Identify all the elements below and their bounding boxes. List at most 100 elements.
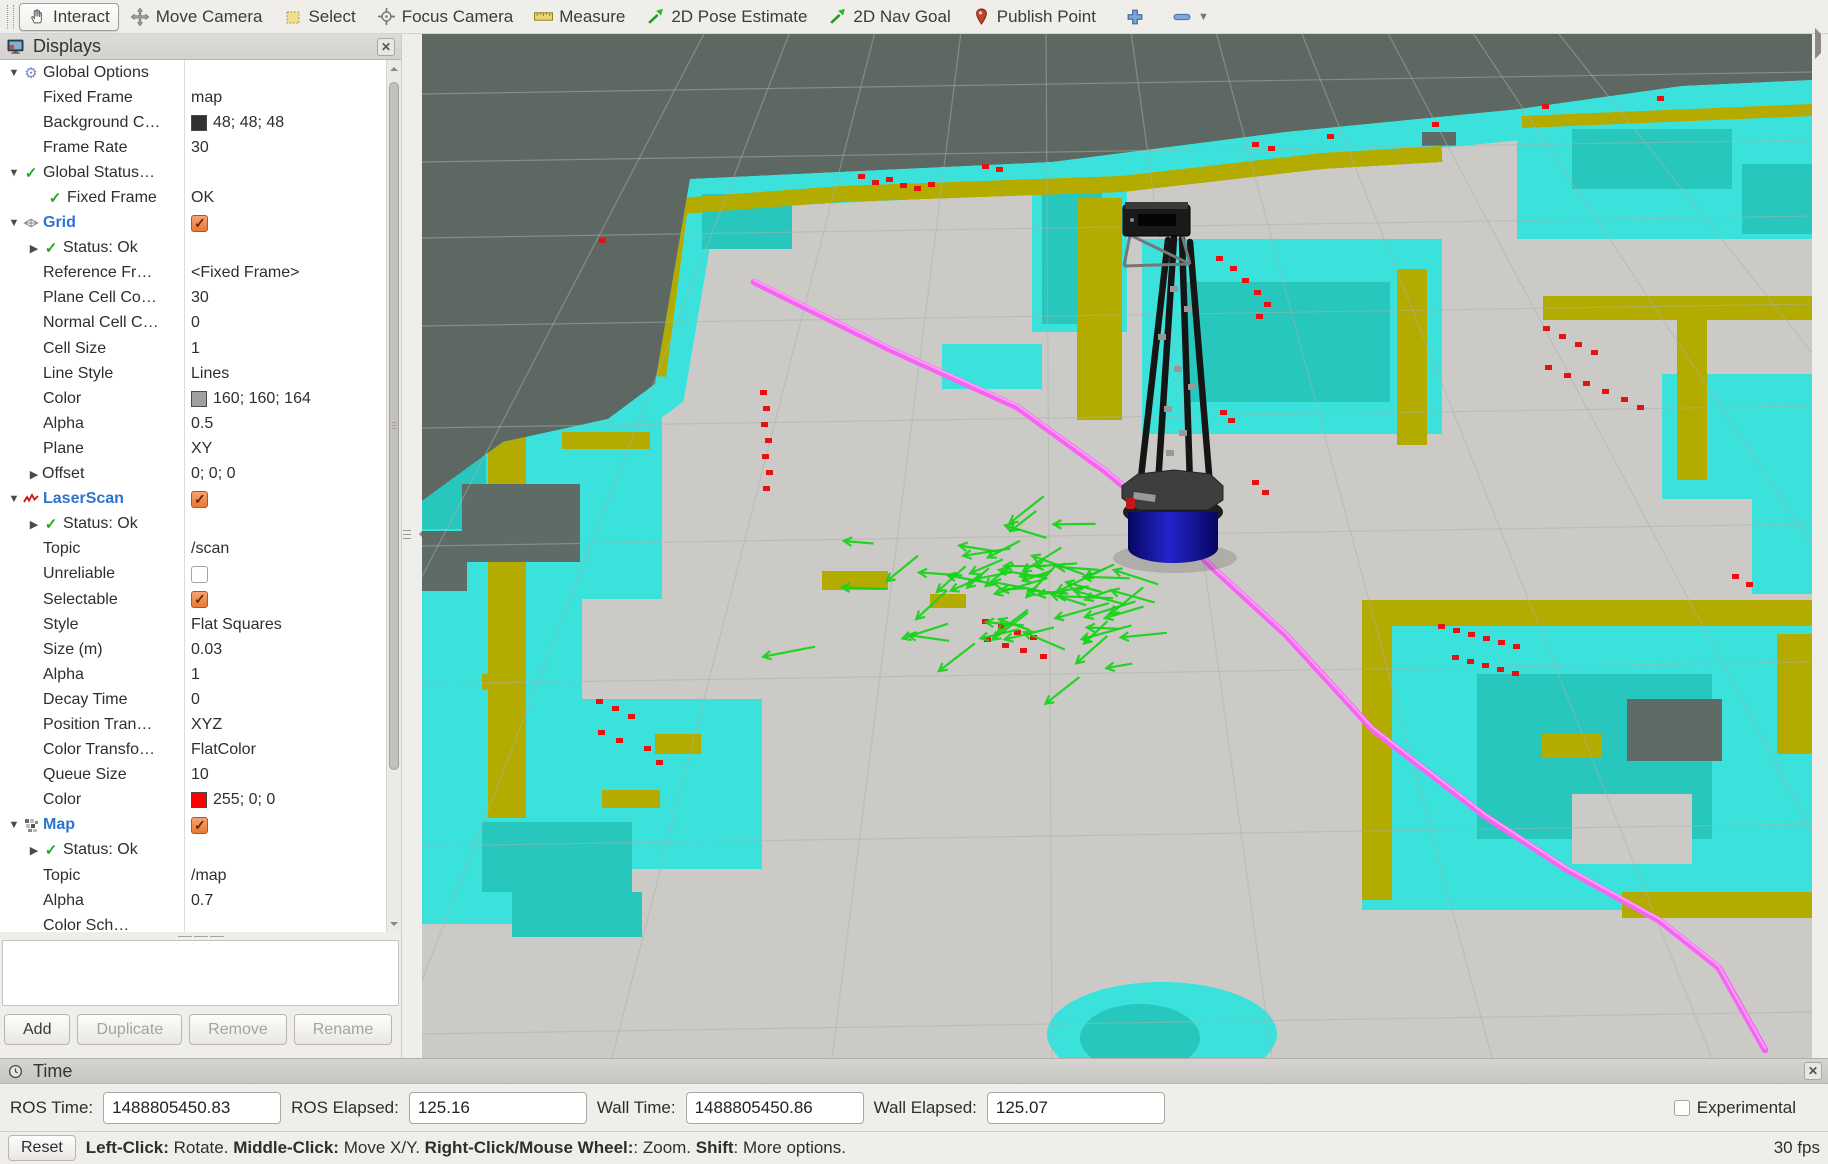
tree-row-color[interactable]: Color160; 160; 164 [0, 386, 386, 411]
checkbox[interactable] [191, 215, 208, 232]
tree-row-line-style[interactable]: Line StyleLines [0, 361, 386, 386]
property-value[interactable]: 0; 0; 0 [191, 465, 235, 483]
property-value[interactable]: <Fixed Frame> [191, 264, 299, 282]
left-splitter[interactable] [402, 34, 422, 1058]
property-value[interactable]: OK [191, 189, 214, 207]
property-value[interactable]: 10 [191, 766, 209, 784]
checkbox[interactable] [191, 491, 208, 508]
property-value[interactable]: /map [191, 867, 227, 885]
reset-button[interactable]: Reset [8, 1135, 76, 1161]
property-value[interactable]: 0 [191, 691, 200, 709]
ros-time-input[interactable]: 1488805450.83 [103, 1092, 281, 1124]
property-value[interactable]: map [191, 89, 222, 107]
tree-row-alpha[interactable]: Alpha1 [0, 662, 386, 687]
scroll-up-icon[interactable] [387, 60, 401, 77]
time-panel-header[interactable]: Time ✕ [0, 1058, 1828, 1084]
property-value[interactable]: 30 [191, 289, 209, 307]
tool-2d-nav-goal[interactable]: 2D Nav Goal [819, 3, 959, 31]
chevron-down-icon[interactable]: ▼ [1198, 11, 1209, 23]
tree-row-fixed-frame[interactable]: Fixed Framemap [0, 85, 386, 110]
ros-elapsed-input[interactable]: 125.16 [409, 1092, 587, 1124]
property-value[interactable]: 0.5 [191, 415, 213, 433]
property-value[interactable]: /scan [191, 540, 229, 558]
property-value[interactable]: XYZ [191, 716, 222, 734]
tree-row-background-c[interactable]: Background C…48; 48; 48 [0, 110, 386, 135]
tree-row-position-tran[interactable]: Position Tran…XYZ [0, 712, 386, 737]
panel-splitter-handle[interactable] [0, 932, 401, 940]
expander-open-icon[interactable]: ▼ [6, 217, 22, 229]
scroll-down-icon[interactable] [387, 915, 401, 932]
checkbox[interactable] [191, 817, 208, 834]
tree-row-color-sch[interactable]: Color Sch… [0, 913, 386, 932]
expander-closed-icon[interactable]: ▶ [26, 468, 42, 481]
tree-row-plane[interactable]: PlaneXY [0, 436, 386, 461]
tool-publish-point[interactable]: Publish Point [963, 3, 1105, 31]
checkbox[interactable] [191, 591, 208, 608]
tree-row-reference-fr[interactable]: Reference Fr…<Fixed Frame> [0, 261, 386, 286]
expander-closed-icon[interactable]: ▶ [26, 844, 42, 857]
tree-row-status-ok[interactable]: ▶✓Status: Ok [0, 838, 386, 863]
3d-viewport[interactable] [422, 34, 1812, 1058]
tool-2d-pose-estimate[interactable]: 2D Pose Estimate [637, 3, 816, 31]
tree-row-cell-size[interactable]: Cell Size1 [0, 336, 386, 361]
wall-time-input[interactable]: 1488805450.86 [686, 1092, 864, 1124]
property-value[interactable]: 30 [191, 139, 209, 157]
property-value[interactable]: 1 [191, 340, 200, 358]
expander-open-icon[interactable]: ▼ [6, 493, 22, 505]
tree-row-topic[interactable]: Topic/map [0, 863, 386, 888]
tree-row-global-status[interactable]: ▼✓Global Status… [0, 160, 386, 185]
tree-row-topic[interactable]: Topic/scan [0, 537, 386, 562]
expander-closed-icon[interactable]: ▶ [26, 242, 42, 255]
property-value[interactable]: 0.7 [191, 892, 213, 910]
tree-row-size-m[interactable]: Size (m)0.03 [0, 637, 386, 662]
property-value[interactable]: Lines [191, 365, 229, 383]
remove-button[interactable]: Remove [189, 1014, 287, 1045]
property-value[interactable]: 255; 0; 0 [213, 791, 275, 809]
tree-row-unreliable[interactable]: Unreliable [0, 562, 386, 587]
expander-open-icon[interactable]: ▼ [6, 167, 22, 179]
displays-scrollbar[interactable] [386, 60, 401, 932]
expander-closed-icon[interactable]: ▶ [26, 518, 42, 531]
tool-move-camera[interactable]: Move Camera [122, 3, 272, 31]
close-icon[interactable]: ✕ [1804, 1062, 1822, 1080]
property-value[interactable]: 48; 48; 48 [213, 114, 284, 132]
tree-row-status-ok[interactable]: ▶✓Status: Ok [0, 236, 386, 261]
tree-row-alpha[interactable]: Alpha0.5 [0, 411, 386, 436]
add-tool-button[interactable] [1126, 7, 1145, 26]
property-value[interactable]: 1 [191, 666, 200, 684]
tree-row-plane-cell-co[interactable]: Plane Cell Co…30 [0, 286, 386, 311]
tree-row-map[interactable]: ▼Map [0, 813, 386, 838]
checkbox[interactable] [191, 566, 208, 583]
rename-button[interactable]: Rename [294, 1014, 392, 1045]
tool-select[interactable]: Select [274, 3, 364, 31]
color-swatch[interactable] [191, 115, 207, 131]
tree-row-color[interactable]: Color255; 0; 0 [0, 788, 386, 813]
expander-open-icon[interactable]: ▼ [6, 67, 22, 79]
remove-tool-button[interactable] [1173, 7, 1192, 26]
tree-row-status-ok[interactable]: ▶✓Status: Ok [0, 512, 386, 537]
add-button[interactable]: Add [4, 1014, 70, 1045]
tool-focus-camera[interactable]: Focus Camera [368, 3, 522, 31]
experimental-checkbox[interactable] [1674, 1100, 1690, 1116]
property-value[interactable]: XY [191, 440, 212, 458]
right-splitter[interactable] [1812, 34, 1828, 1058]
tree-row-offset[interactable]: ▶Offset0; 0; 0 [0, 462, 386, 487]
collapse-right-icon[interactable] [1815, 28, 1827, 59]
tree-row-global-options[interactable]: ▼⚙Global Options [0, 60, 386, 85]
color-swatch[interactable] [191, 792, 207, 808]
duplicate-button[interactable]: Duplicate [77, 1014, 182, 1045]
property-value[interactable]: 0.03 [191, 641, 222, 659]
expander-open-icon[interactable]: ▼ [6, 819, 22, 831]
property-value[interactable]: 0 [191, 314, 200, 332]
close-icon[interactable]: ✕ [377, 38, 395, 56]
wall-elapsed-input[interactable]: 125.07 [987, 1092, 1165, 1124]
tree-row-frame-rate[interactable]: Frame Rate30 [0, 135, 386, 160]
scrollbar-thumb[interactable] [389, 82, 399, 770]
tree-row-selectable[interactable]: Selectable [0, 587, 386, 612]
property-value[interactable]: FlatColor [191, 741, 256, 759]
tree-row-queue-size[interactable]: Queue Size10 [0, 763, 386, 788]
tree-row-style[interactable]: StyleFlat Squares [0, 612, 386, 637]
tree-row-alpha[interactable]: Alpha0.7 [0, 888, 386, 913]
tree-row-color-transfo[interactable]: Color Transfo…FlatColor [0, 738, 386, 763]
tree-row-laserscan[interactable]: ▼LaserScan [0, 487, 386, 512]
